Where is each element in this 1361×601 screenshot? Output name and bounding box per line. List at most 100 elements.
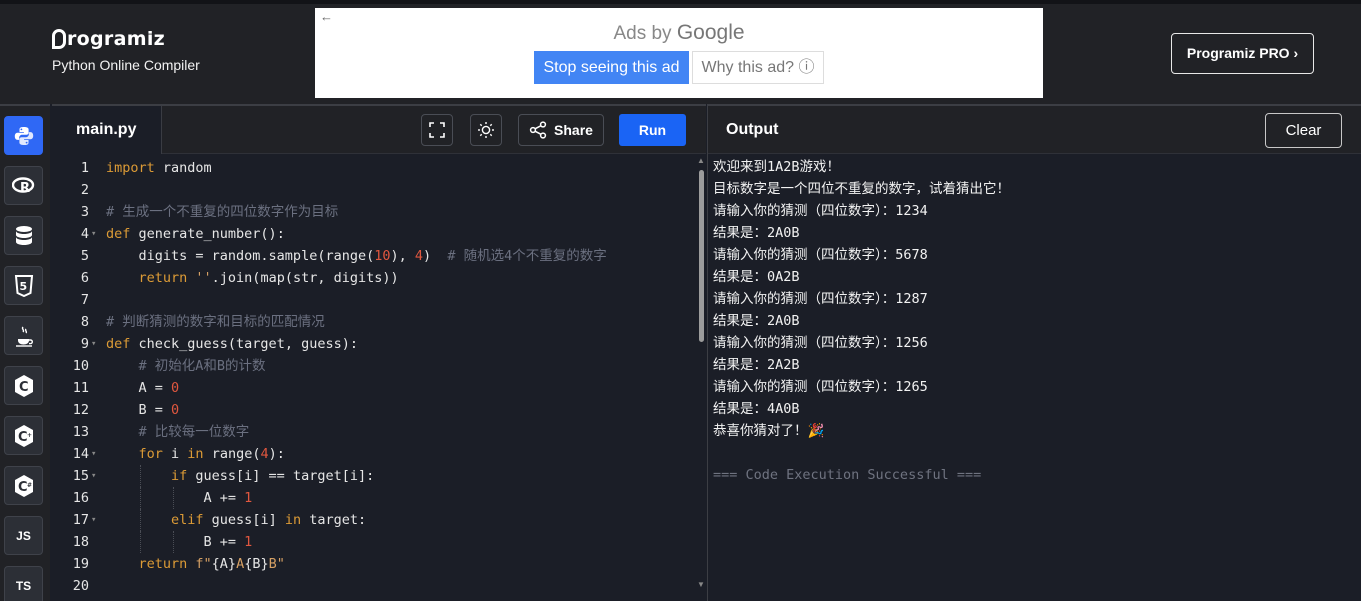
- run-button[interactable]: Run: [619, 114, 686, 146]
- ad-banner: ← Ads by Google Stop seeing this ad Why …: [315, 8, 1043, 98]
- output-line: === Code Execution Successful ===: [713, 467, 982, 483]
- scroll-up-icon[interactable]: ▲: [697, 156, 705, 165]
- code-text: if guess[i] == target[i]:: [106, 468, 375, 484]
- output-line: 欢迎来到1A2B游戏！: [713, 159, 841, 175]
- code-line: 16 A += 1: [52, 487, 696, 509]
- code-line: 14 ▾ for i in range(4):: [52, 443, 696, 465]
- sidebar-item-sql[interactable]: [4, 216, 43, 255]
- line-number: 19: [72, 556, 89, 572]
- sidebar-item-python[interactable]: [4, 116, 43, 155]
- line-number: 2: [80, 182, 89, 198]
- code-text: digits = random.sample(range(10), 4) # 随…: [106, 248, 607, 264]
- tab-main-py[interactable]: main.py: [52, 106, 162, 154]
- line-number: 18: [72, 534, 89, 550]
- svg-text:#: #: [27, 482, 32, 489]
- sun-icon: [478, 122, 494, 138]
- share-button[interactable]: Share: [518, 114, 604, 146]
- code-text: B = 0: [106, 402, 180, 418]
- output-line: 结果是：2A0B: [713, 313, 800, 329]
- output-line: 请输入你的猜测（四位数字）：1234: [713, 203, 928, 219]
- sidebar-item-java[interactable]: [4, 316, 43, 355]
- sidebar-item-javascript[interactable]: JS: [4, 516, 43, 555]
- stop-seeing-ad-button[interactable]: Stop seeing this ad: [534, 51, 689, 84]
- code-text: A = 0: [106, 380, 180, 396]
- code-line: 17 ▾ elif guess[i] in target:: [52, 509, 696, 531]
- code-line: 6 return ''.join(map(str, digits)): [52, 267, 696, 289]
- ad-title-brand: Google: [676, 21, 745, 44]
- line-number: 14: [72, 446, 89, 462]
- output-header: Output Clear: [708, 106, 1361, 154]
- code-text: def check_guess(target, guess):: [106, 336, 358, 352]
- fold-arrow-icon[interactable]: ▾: [91, 509, 96, 531]
- editor-toolbar: main.py Share Run: [52, 106, 706, 154]
- code-line: 9 ▾ def check_guess(target, guess):: [52, 333, 696, 355]
- output-console[interactable]: 欢迎来到1A2B游戏！ 目标数字是一个四位不重复的数字，试着猜出它！ 请输入你的猜测…: [713, 156, 1353, 486]
- csharp-icon: C #: [14, 474, 33, 497]
- code-line: 19 return f"{A}A{B}B": [52, 553, 696, 575]
- code-area[interactable]: 1 import random 2 3 # 生成一个不重复的四位数字作为目标 4 ▾ d…: [52, 156, 696, 601]
- c-icon: C: [14, 374, 33, 397]
- sidebar-item-html[interactable]: 5: [4, 266, 43, 305]
- output-line: 恭喜你猜对了！🎉: [713, 423, 825, 439]
- output-panel: Output Clear 欢迎来到1A2B游戏！ 目标数字是一个四位不重复的数字，…: [707, 104, 1361, 601]
- theme-toggle-button[interactable]: [470, 114, 502, 146]
- code-text: def generate_number():: [106, 226, 285, 242]
- code-comment: # 生成一个不重复的四位数字作为目标: [106, 204, 339, 220]
- output-line: 目标数字是一个四位不重复的数字，试着猜出它！: [713, 181, 1010, 197]
- line-number: 16: [72, 490, 89, 506]
- line-number: 20: [72, 578, 89, 594]
- fold-arrow-icon[interactable]: ▾: [91, 443, 96, 465]
- code-comment: # 初始化A和B的计数: [106, 358, 266, 374]
- top-header: rogramiz Python Online Compiler ← Ads by…: [0, 0, 1361, 104]
- ad-title-prefix: Ads by: [613, 23, 677, 44]
- brand-name: rogramiz: [67, 28, 165, 50]
- r-icon: R: [11, 176, 34, 196]
- code-text: return f"{A}A{B}B": [106, 556, 285, 572]
- line-number: 7: [80, 292, 89, 308]
- code-comment: # 判断猜测的数字和目标的匹配情况: [106, 314, 325, 330]
- output-title: Output: [726, 121, 779, 138]
- python-icon: [14, 126, 33, 145]
- fold-arrow-icon[interactable]: ▾: [91, 333, 96, 355]
- line-number: 13: [72, 424, 89, 440]
- sidebar-item-csharp[interactable]: C #: [4, 466, 43, 505]
- code-text: A += 1: [106, 490, 253, 506]
- code-text: B += 1: [106, 534, 253, 550]
- java-icon: [15, 326, 33, 347]
- svg-text:5: 5: [19, 280, 27, 293]
- code-line: 1 import random: [52, 157, 696, 179]
- editor-scrollbar[interactable]: ▲ ▼: [697, 156, 706, 601]
- fullscreen-button[interactable]: [421, 114, 453, 146]
- output-line: 请输入你的猜测（四位数字）：5678: [713, 247, 928, 263]
- ts-icon: TS: [15, 578, 32, 593]
- sidebar-item-c[interactable]: C: [4, 366, 43, 405]
- sidebar-item-typescript[interactable]: TS: [4, 566, 43, 601]
- code-text: elif guess[i] in target:: [106, 512, 367, 528]
- fullscreen-icon: [429, 122, 445, 138]
- brand[interactable]: rogramiz Python Online Compiler: [52, 28, 200, 73]
- output-line: 结果是：0A2B: [713, 269, 800, 285]
- sidebar-item-r[interactable]: R: [4, 166, 43, 205]
- code-line: 3 # 生成一个不重复的四位数字作为目标: [52, 201, 696, 223]
- clear-button[interactable]: Clear: [1265, 113, 1342, 148]
- brand-logo[interactable]: rogramiz: [52, 28, 200, 50]
- line-number: 5: [80, 248, 89, 264]
- programiz-pro-button[interactable]: Programiz PRO ›: [1171, 33, 1314, 74]
- line-number: 4: [80, 226, 89, 242]
- sidebar-item-cpp[interactable]: C +: [4, 416, 43, 455]
- fold-arrow-icon[interactable]: ▾: [91, 223, 96, 245]
- code-line: 8 # 判断猜测的数字和目标的匹配情况: [52, 311, 696, 333]
- code-line: 13 # 比较每一位数字: [52, 421, 696, 443]
- code-editor-panel: main.py Share Run 1 import random 2 3 # …: [52, 104, 706, 601]
- scroll-down-icon[interactable]: ▼: [697, 580, 705, 589]
- scrollbar-thumb[interactable]: [699, 170, 704, 342]
- cpp-icon: C +: [14, 424, 33, 447]
- html5-icon: 5: [14, 274, 33, 297]
- code-line: 4 ▾ def generate_number():: [52, 223, 696, 245]
- code-text: import random: [106, 160, 212, 176]
- fold-arrow-icon[interactable]: ▾: [91, 465, 96, 487]
- why-this-ad-button[interactable]: Why this ad? ⓘ: [692, 51, 824, 84]
- line-number: 12: [72, 402, 89, 418]
- line-number: 6: [80, 270, 89, 286]
